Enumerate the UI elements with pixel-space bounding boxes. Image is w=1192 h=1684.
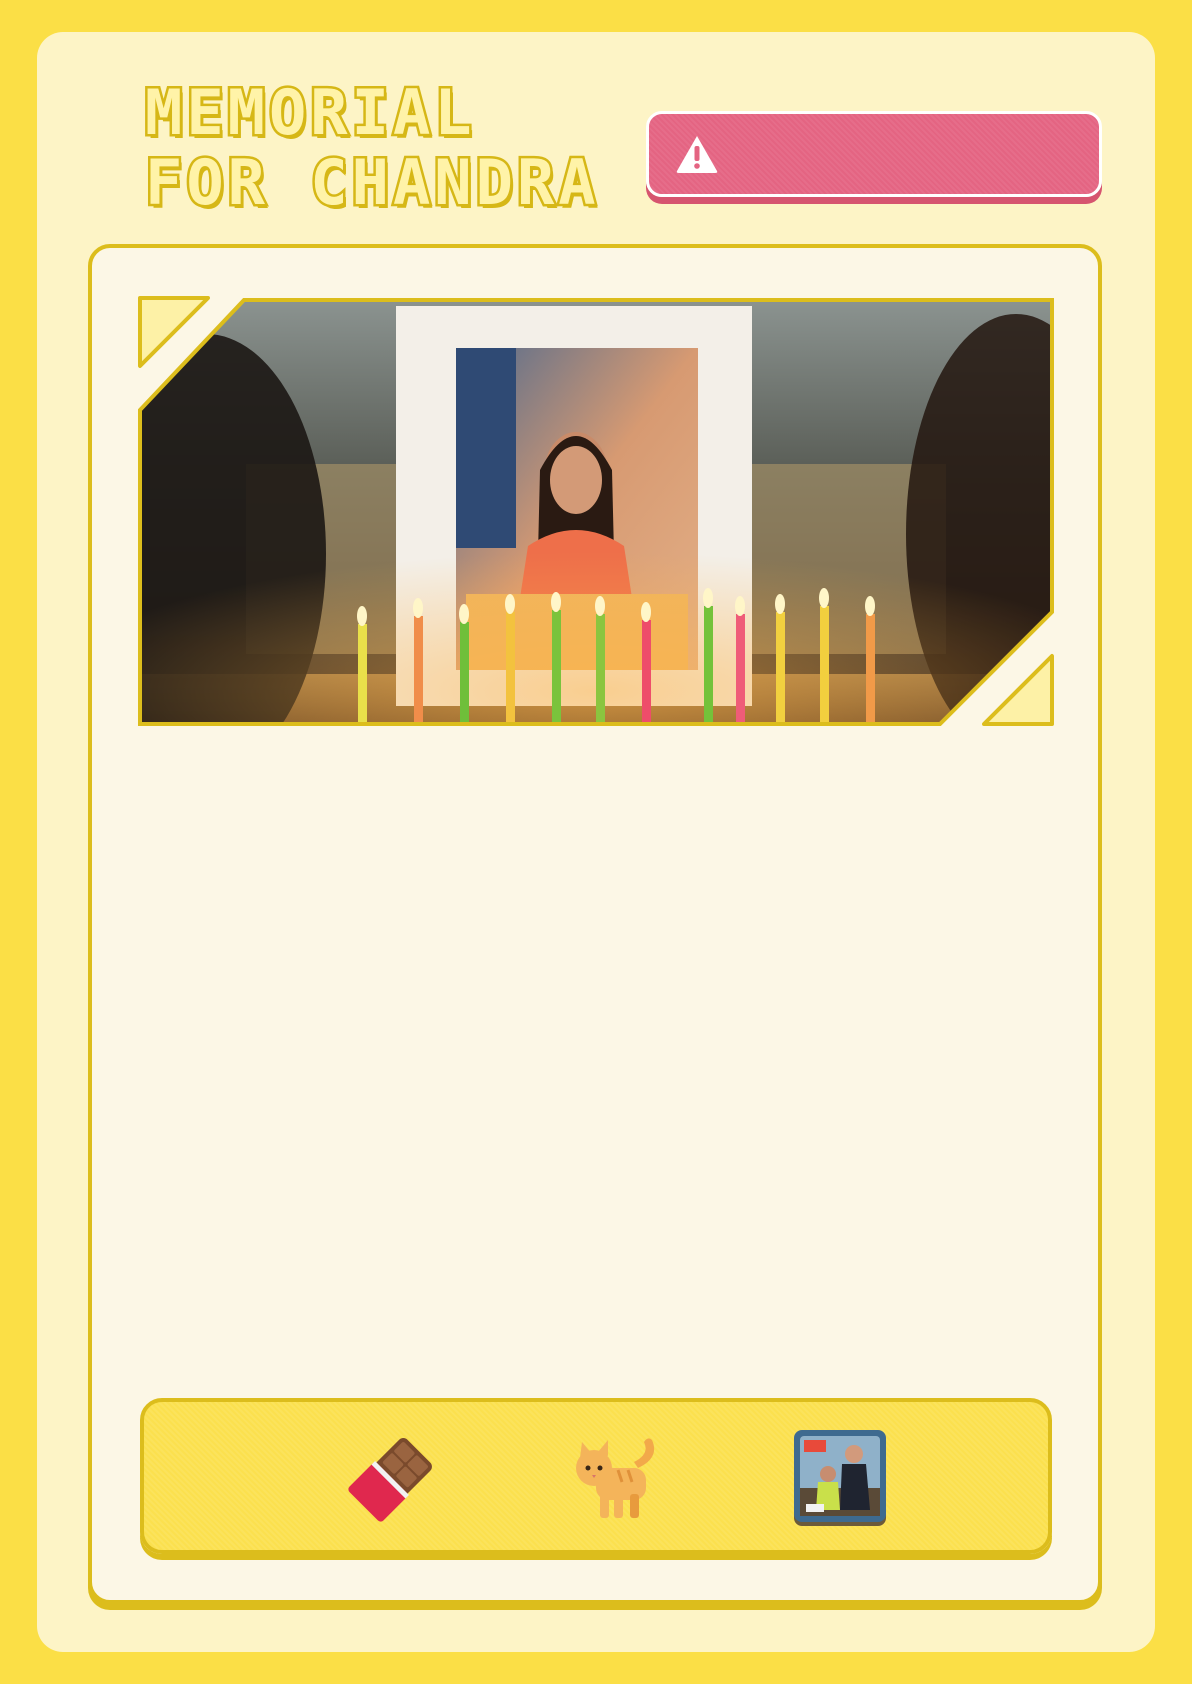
offerings-tray	[140, 1398, 1052, 1554]
album-cover-icon[interactable]	[792, 1428, 888, 1528]
chocolate-bar-icon[interactable]	[344, 1428, 440, 1528]
memorial-photo	[136, 294, 1056, 726]
cat-icon[interactable]	[568, 1428, 664, 1528]
alert-banner[interactable]	[646, 111, 1102, 197]
page-title-line-2: FOR CHANDRA	[143, 145, 600, 220]
warning-triangle-icon	[675, 134, 719, 174]
content-panel	[88, 244, 1102, 1604]
page-title-line-1: MEMORIAL	[143, 75, 476, 150]
page-title: MEMORIAL FOR CHANDRA	[143, 75, 645, 220]
